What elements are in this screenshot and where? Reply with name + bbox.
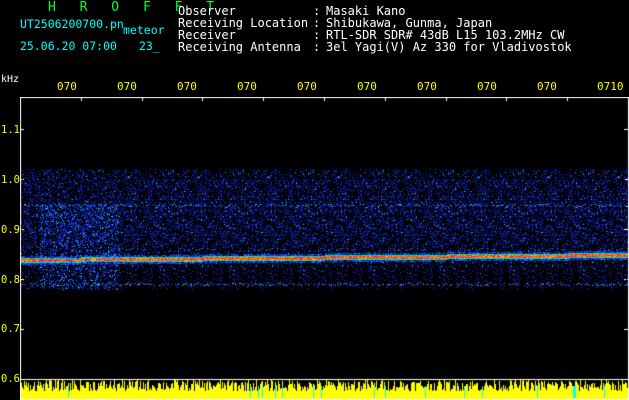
y-tick-label: 1.0 <box>1 174 20 186</box>
meteor-label: meteor <box>123 23 165 37</box>
x-tick-label: 070 <box>237 80 257 93</box>
x-tick-label: 0710 <box>597 80 624 93</box>
x-tick-label: 070 <box>57 80 77 93</box>
antenna-value: 3el Yagi(V) Az 330 for Vladivostok <box>326 40 572 54</box>
meteor-count: 23_ <box>139 39 160 53</box>
antenna-label: Receiving Antenna <box>178 40 301 54</box>
antenna-colon: : <box>313 40 321 54</box>
datetime-label: 25.06.20 07:00 <box>20 39 117 53</box>
x-tick-label: 070 <box>357 80 377 93</box>
y-tick-label: 0.7 <box>1 323 20 335</box>
y-tick-label: 0.9 <box>1 224 20 236</box>
y-tick-label: 0.8 <box>1 274 20 286</box>
frequency-unit-label: kHz <box>1 74 20 85</box>
x-tick-label: 070 <box>177 80 197 93</box>
x-tick-label: 070 <box>417 80 437 93</box>
spectrogram-plot <box>20 97 629 400</box>
x-tick-label: 070 <box>537 80 557 93</box>
y-tick-label: 0.6 <box>1 373 20 385</box>
x-tick-label: 070 <box>117 80 137 93</box>
y-tick-label: 1.1 <box>1 124 20 136</box>
x-tick-label: 070 <box>477 80 497 93</box>
file-name: UT2506200700.pn <box>20 17 124 31</box>
x-tick-label: 070 <box>297 80 317 93</box>
